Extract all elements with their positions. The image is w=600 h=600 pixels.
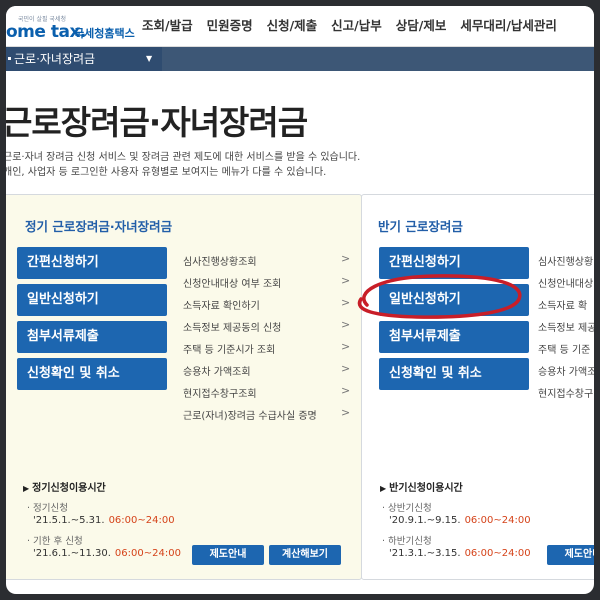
chevron-right-icon: >: [341, 362, 351, 375]
site-header: 국민이 살필 국세청 ome tax. 국세청홈택스 조회/발급 민원증명 신청…: [6, 6, 594, 47]
late-period-label: · 기한 후 신청: [27, 536, 83, 547]
link-property-price[interactable]: 주택 등 기준시가 조회: [183, 341, 275, 356]
browser-frame: 국민이 살필 국세청 ome tax. 국세청홈택스 조회/발급 민원증명 신청…: [6, 6, 594, 594]
link-benefit-certificate[interactable]: 근로(자녀)장려금 수급사실 증명: [183, 407, 317, 422]
nav-item-certificates[interactable]: 민원증명: [207, 6, 253, 46]
link-property-price[interactable]: 주택 등 기준: [538, 341, 590, 356]
regular-incentive-panel: 정기 근로장려금·자녀장려금 간편신청하기 일반신청하기 첨부서류제출 신청확인…: [6, 194, 362, 580]
nav-item-application[interactable]: 신청/제출: [267, 6, 318, 46]
simple-apply-button[interactable]: 간편신청하기: [17, 247, 167, 279]
link-eligibility-check[interactable]: 신청안내대상: [538, 275, 593, 290]
regular-period-label: · 정기신청: [27, 503, 69, 514]
submit-documents-button[interactable]: 첨부서류제출: [379, 321, 529, 353]
page-title: 근로장려금·자녀장려금: [6, 103, 308, 142]
program-guide-button[interactable]: 제도안내: [547, 545, 594, 565]
second-half-label: · 하반기신청: [382, 536, 432, 547]
semiannual-incentive-panel: 반기 근로장려금 간편신청하기 일반신청하기 첨부서류제출 신청확인 및 취소 …: [361, 194, 594, 580]
check-cancel-button[interactable]: 신청확인 및 취소: [379, 358, 529, 390]
triangle-right-icon: ▶: [23, 484, 30, 493]
breadcrumb-label: 근로·자녀장려금: [14, 52, 96, 66]
link-car-value[interactable]: 승용차 가액조회: [183, 363, 251, 378]
triangle-right-icon: ▶: [380, 484, 387, 493]
link-local-office[interactable]: 현지접수창구조회: [183, 385, 257, 400]
first-half-value: '20.9.1.~9.15. 06:00~24:00: [389, 515, 531, 526]
chevron-right-icon: >: [341, 406, 351, 419]
late-period-value: '21.6.1.~11.30. 06:00~24:00: [33, 548, 181, 559]
first-half-label: · 상반기신청: [382, 503, 432, 514]
program-guide-button[interactable]: 제도안내: [192, 545, 264, 565]
link-income-data[interactable]: 소득자료 확: [538, 297, 587, 312]
link-income-data[interactable]: 소득자료 확인하기: [183, 297, 260, 312]
link-review-status[interactable]: 심사진행상황: [538, 253, 593, 268]
nav-item-filing[interactable]: 신고/납부: [331, 6, 382, 46]
chevron-right-icon: >: [341, 340, 351, 353]
submit-documents-button[interactable]: 첨부서류제출: [17, 321, 167, 353]
hours-heading: ▶ 정기신청이용시간: [23, 483, 106, 494]
nav-item-consult[interactable]: 상담/제보: [396, 6, 447, 46]
link-review-status[interactable]: 심사진행상황조회: [183, 253, 257, 268]
panel-title: 반기 근로장려금: [378, 219, 463, 234]
highlight-ellipse: [357, 274, 522, 319]
chevron-right-icon: >: [341, 252, 351, 265]
link-local-office[interactable]: 현지접수창구: [538, 385, 593, 400]
link-car-value[interactable]: 승용차 가액조: [538, 363, 594, 378]
breadcrumb-dropdown[interactable]: 근로·자녀장려금 ▼: [6, 47, 162, 71]
hours-heading: ▶ 반기신청이용시간: [380, 483, 463, 494]
link-income-consent[interactable]: 소득정보 제공: [538, 319, 594, 334]
nav-item-inquiry[interactable]: 조회/발급: [142, 6, 193, 46]
second-half-value: '21.3.1.~3.15. 06:00~24:00: [389, 548, 531, 559]
general-apply-button[interactable]: 일반신청하기: [17, 284, 167, 316]
logo-korean-name: 국세청홈택스: [74, 27, 135, 40]
panel-title: 정기 근로장려금·자녀장려금: [25, 219, 173, 234]
link-eligibility-check[interactable]: 신청안내대상 여부 조회: [183, 275, 281, 290]
chevron-right-icon: >: [341, 384, 351, 397]
nav-item-tax-agent[interactable]: 세무대리/납세관리: [460, 6, 557, 46]
caret-down-icon: ▼: [146, 54, 153, 63]
check-cancel-button[interactable]: 신청확인 및 취소: [17, 358, 167, 390]
calculator-button[interactable]: 계산해보기: [269, 545, 341, 565]
page-description-note: 개인, 사업자 등 로그인한 사용자 유형별로 보여지는 메뉴가 다를 수 있습…: [6, 167, 327, 178]
page-description: 근로·자녀 장려금 신청 서비스 및 장려금 관련 제도에 대한 서비스를 받을…: [6, 152, 361, 163]
main-nav: 조회/발급 민원증명 신청/제출 신고/납부 상담/제보 세무대리/납세관리: [142, 6, 571, 46]
regular-period-value: '21.5.1.~5.31. 06:00~24:00: [33, 515, 175, 526]
bullet-icon: [8, 57, 11, 60]
breadcrumb: 근로·자녀장려금 ▼: [6, 47, 594, 71]
link-income-consent[interactable]: 소득정보 제공동의 신청: [183, 319, 281, 334]
